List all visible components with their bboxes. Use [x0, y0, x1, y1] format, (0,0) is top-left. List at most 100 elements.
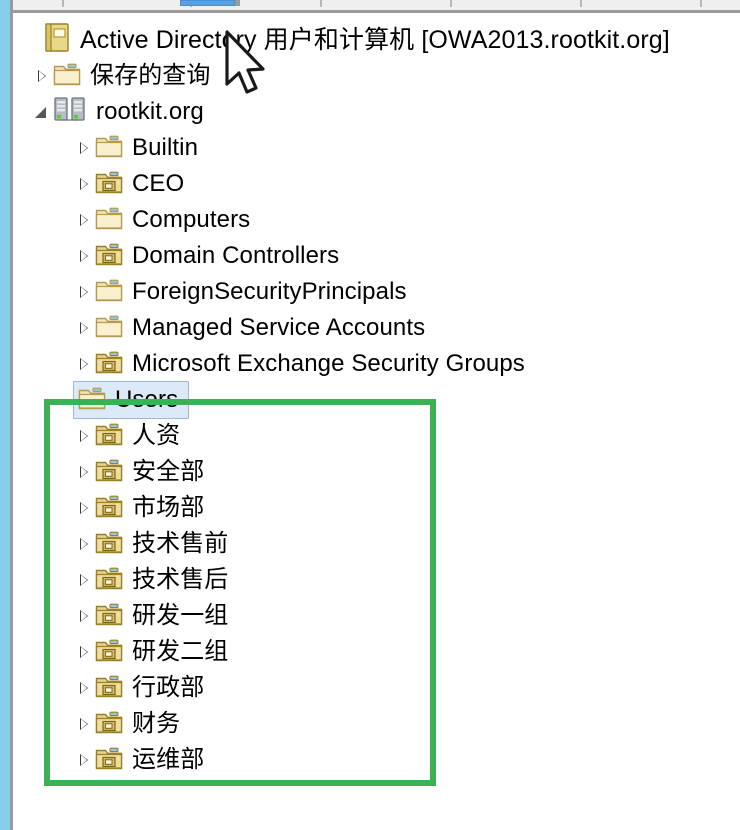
folder-icon: [95, 313, 123, 344]
tree-node-1[interactable]: 保存的查询: [13, 58, 211, 94]
chevron-right-icon[interactable]: [73, 274, 95, 310]
tree-node-8[interactable]: Managed Service Accounts: [13, 310, 425, 346]
tree-node-content: 市场部: [73, 490, 204, 526]
tree-node-label: Computers: [132, 206, 251, 233]
tree-node-6[interactable]: Domain Controllers: [13, 238, 339, 274]
ou-folder-icon: [95, 673, 123, 704]
folder-icon: [95, 133, 123, 164]
tree-node-label: 研发一组: [132, 602, 229, 629]
tree-node-content: Computers: [73, 202, 250, 238]
tree-node-label: 财务: [132, 710, 181, 737]
tree-node-20[interactable]: 运维部: [13, 742, 204, 778]
tree-node-label: Users: [115, 386, 179, 413]
window-left-accent-strip: [0, 0, 10, 830]
tree-node-content: 研发二组: [73, 634, 228, 670]
tree-node-root[interactable]: Active Directory 用户和计算机 [OWA2013.rootkit…: [13, 22, 670, 58]
tree-node-label: 技术售前: [132, 530, 229, 557]
folder-icon: [95, 277, 123, 308]
ou-folder-icon: [95, 529, 123, 560]
toolbar-separator: [320, 0, 322, 7]
ou-folder-icon: [95, 637, 123, 668]
tree-node-4[interactable]: CEO: [13, 166, 184, 202]
tree-node-17[interactable]: 研发二组: [13, 634, 228, 670]
folder-icon: [78, 385, 106, 416]
ad-tree-pane: Active Directory 用户和计算机 [OWA2013.rootkit…: [13, 16, 740, 830]
tree-node-label: ForeignSecurityPrincipals: [132, 278, 407, 305]
tree-node-content: 行政部: [73, 670, 204, 706]
ou-folder-icon: [95, 709, 123, 740]
tree-node-content: 技术售前: [73, 526, 228, 562]
tree-node-content: Domain Controllers: [73, 238, 339, 274]
chevron-right-icon[interactable]: [73, 706, 95, 742]
ou-folder-icon: [95, 421, 123, 452]
tree-node-label: Microsoft Exchange Security Groups: [132, 350, 525, 377]
tree-node-label: 安全部: [132, 458, 205, 485]
chevron-right-icon[interactable]: [73, 418, 95, 454]
toolbar-separator: [450, 0, 452, 7]
tree-node-label: Active Directory 用户和计算机 [OWA2013.rootkit…: [80, 26, 670, 54]
snapin-console-icon: [45, 22, 71, 58]
chevron-right-icon[interactable]: [31, 58, 53, 94]
tree-node-selection-highlight: Users: [73, 381, 190, 419]
tree-node-content: Builtin: [73, 130, 198, 166]
ou-folder-icon: [95, 349, 123, 380]
tree-node-content: Managed Service Accounts: [73, 310, 425, 346]
tree-node-label: Domain Controllers: [132, 242, 340, 269]
tree-node-5[interactable]: Computers: [13, 202, 250, 238]
tree-node-19[interactable]: 财务: [13, 706, 180, 742]
tree-node-content: rootkit.org: [31, 94, 204, 130]
folder-icon: [53, 61, 81, 92]
chevron-right-icon[interactable]: [73, 202, 95, 238]
tree-node-10[interactable]: Users: [13, 381, 190, 419]
chevron-right-icon[interactable]: [73, 346, 95, 382]
tree-node-label: 研发二组: [132, 638, 229, 665]
chevron-right-icon[interactable]: [73, 310, 95, 346]
chevron-right-icon[interactable]: [73, 634, 95, 670]
chevron-right-icon[interactable]: [73, 670, 95, 706]
tree-node-12[interactable]: 安全部: [13, 454, 204, 490]
expander-none-icon: [23, 22, 45, 58]
tree-node-label: CEO: [132, 170, 185, 197]
ou-folder-icon: [95, 565, 123, 596]
tree-node-content: 技术售后: [73, 562, 228, 598]
chevron-right-icon[interactable]: [73, 130, 95, 166]
tree-node-content: 财务: [73, 706, 180, 742]
toolbar-active-button[interactable]: [180, 0, 235, 6]
expander-expanded-icon[interactable]: [31, 94, 53, 130]
chevron-right-icon[interactable]: [73, 454, 95, 490]
tree-node-16[interactable]: 研发一组: [13, 598, 228, 634]
toolbar-separator: [700, 0, 702, 7]
tree-node-content: ForeignSecurityPrincipals: [73, 274, 407, 310]
tree-node-13[interactable]: 市场部: [13, 490, 204, 526]
tree-node-11[interactable]: 人资: [13, 418, 180, 454]
tree-node-label: 人资: [132, 422, 181, 449]
tree-node-label: Builtin: [132, 134, 199, 161]
tree-node-content: 运维部: [73, 742, 204, 778]
chevron-right-icon[interactable]: [73, 526, 95, 562]
chevron-right-icon[interactable]: [73, 166, 95, 202]
tree-node-9[interactable]: Microsoft Exchange Security Groups: [13, 346, 525, 382]
toolbar-separator: [62, 0, 64, 7]
tree-node-15[interactable]: 技术售后: [13, 562, 228, 598]
tree-node-label: 技术售后: [132, 566, 229, 593]
tree-node-label: 行政部: [132, 674, 205, 701]
tree-node-7[interactable]: ForeignSecurityPrincipals: [13, 274, 407, 310]
chevron-right-icon[interactable]: [73, 742, 95, 778]
tree-node-label: 运维部: [132, 746, 205, 773]
tree-node-content: 人资: [73, 418, 180, 454]
chevron-right-icon[interactable]: [73, 598, 95, 634]
chevron-right-icon[interactable]: [73, 238, 95, 274]
ou-folder-icon: [95, 241, 123, 272]
tree-node-label: Managed Service Accounts: [132, 314, 426, 341]
tree-node-2[interactable]: rootkit.org: [13, 94, 204, 130]
tree-node-label: 市场部: [132, 494, 205, 521]
chevron-right-icon[interactable]: [73, 490, 95, 526]
chevron-right-icon[interactable]: [73, 562, 95, 598]
tree-node-14[interactable]: 技术售前: [13, 526, 228, 562]
ou-folder-icon: [95, 745, 123, 776]
ou-folder-icon: [95, 493, 123, 524]
tree-node-18[interactable]: 行政部: [13, 670, 204, 706]
toolbar-separator: [580, 0, 582, 7]
tree-node-3[interactable]: Builtin: [13, 130, 198, 166]
tree-node-content: Microsoft Exchange Security Groups: [73, 346, 525, 382]
